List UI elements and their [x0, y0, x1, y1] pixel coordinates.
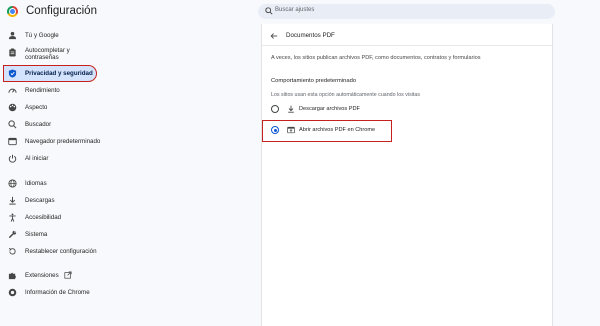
- sidebar-item-label: Navegador predeterminado: [25, 138, 101, 145]
- sidebar-item-label: Aspecto: [25, 104, 48, 111]
- sidebar-item-label: Accesibilidad: [25, 214, 62, 221]
- card-title: Documentos PDF: [286, 32, 335, 39]
- external-link-icon: [64, 271, 72, 279]
- search-icon: [265, 7, 273, 15]
- sidebar-item-label: Privacidad y seguridad: [25, 70, 93, 77]
- sidebar-item-search-engine[interactable]: Buscador: [4, 117, 96, 132]
- globe-icon: [8, 179, 17, 188]
- download-icon: [288, 105, 294, 113]
- sidebar-item-autofill[interactable]: Autocompletar y contraseñas: [4, 45, 96, 63]
- sidebar-item-on-startup[interactable]: Al iniciar: [4, 151, 96, 166]
- divider: [262, 45, 552, 46]
- accessibility-icon: [9, 213, 16, 222]
- sidebar-item-label: Tú y Google: [25, 32, 59, 39]
- radio-download-pdf[interactable]: [271, 105, 279, 113]
- sidebar-item-extensions[interactable]: Extensiones: [4, 268, 96, 283]
- section-title: Comportamiento predeterminado: [271, 78, 357, 84]
- sidebar-item-label: Sistema: [25, 231, 48, 238]
- clipboard-icon: [9, 48, 16, 57]
- chrome-icon: [8, 288, 17, 297]
- person-icon: [8, 31, 17, 40]
- search-input[interactable]: Buscar ajustes: [258, 4, 555, 19]
- sidebar-item-label: Extensiones: [25, 272, 59, 279]
- sidebar-item-label: Información de Chrome: [25, 289, 90, 296]
- palette-icon: [8, 103, 17, 112]
- sidebar-item-label: Al iniciar: [25, 155, 49, 162]
- sidebar-item-label: Autocompletar y contraseñas: [25, 47, 70, 61]
- puzzle-icon: [8, 272, 17, 280]
- sidebar-item-label: Rendimiento: [25, 87, 60, 94]
- wrench-icon: [8, 230, 17, 239]
- power-icon: [8, 154, 17, 163]
- section-subtitle: Los sitios usan esta opción automáticame…: [271, 92, 420, 98]
- speedometer-icon: [8, 88, 17, 93]
- sidebar-item-downloads[interactable]: Descargas: [4, 193, 96, 208]
- download-icon: [9, 196, 16, 205]
- sidebar-item-you-and-google[interactable]: Tú y Google: [4, 28, 96, 43]
- sidebar-item-accessibility[interactable]: Accesibilidad: [4, 210, 96, 225]
- option-download-pdf[interactable]: Descargar archivos PDF: [268, 102, 398, 117]
- selection-highlight: [262, 120, 392, 142]
- page-title: Configuración: [26, 5, 97, 17]
- shield-icon: [8, 69, 17, 78]
- chrome-logo-icon: [7, 6, 18, 17]
- sidebar-item-appearance[interactable]: Aspecto: [4, 100, 96, 115]
- sidebar-item-label: Buscador: [25, 121, 52, 128]
- sidebar-item-default-browser[interactable]: Navegador predeterminado: [4, 134, 100, 149]
- sidebar-item-label: Descargas: [25, 197, 55, 204]
- sidebar-item-about-chrome[interactable]: Información de Chrome: [4, 285, 96, 300]
- sidebar-item-privacy-security[interactable]: Privacidad y seguridad: [3, 65, 97, 82]
- sidebar-item-label: Idiomas: [25, 180, 47, 187]
- search-icon: [8, 120, 17, 129]
- reset-icon: [8, 247, 16, 255]
- sidebar-item-languages[interactable]: Idiomas: [4, 176, 96, 191]
- sidebar-item-performance[interactable]: Rendimiento: [4, 83, 96, 98]
- card-description: A veces, los sitios publican archivos PD…: [271, 55, 481, 61]
- sidebar-item-reset-settings[interactable]: Restablecer configuración: [4, 244, 97, 259]
- pdf-documents-card: Documentos PDF A veces, los sitios publi…: [261, 24, 553, 326]
- browser-icon: [8, 137, 17, 146]
- settings-header: Configuración Buscar ajustes: [0, 0, 600, 24]
- search-placeholder: Buscar ajustes: [275, 7, 315, 13]
- option-label: Descargar archivos PDF: [299, 106, 360, 112]
- sidebar-item-system[interactable]: Sistema: [4, 227, 96, 242]
- sidebar-item-label: Restablecer configuración: [25, 248, 97, 255]
- back-arrow-icon[interactable]: [270, 32, 278, 40]
